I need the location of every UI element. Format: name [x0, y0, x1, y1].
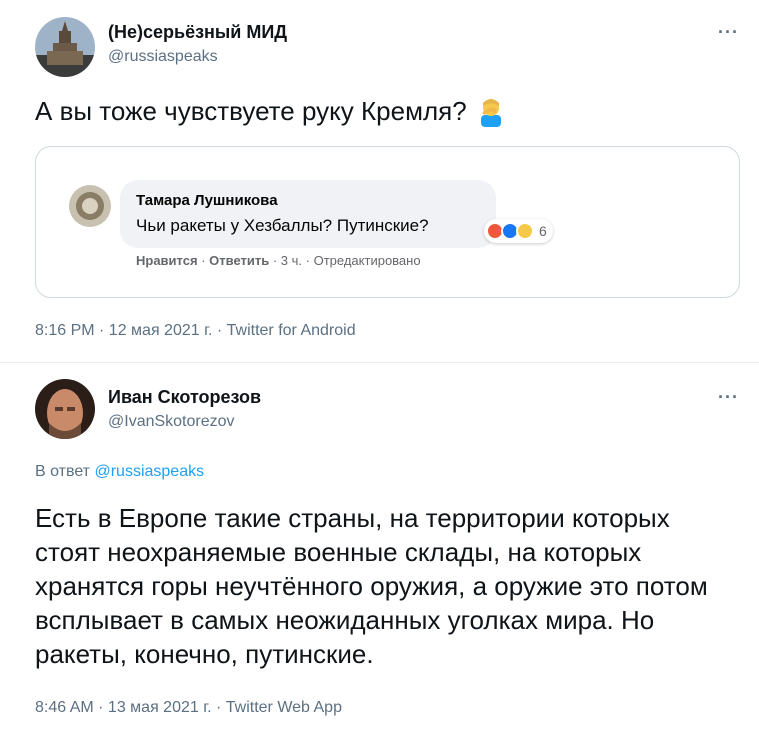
reply-handle-link[interactable]: @russiaspeaks	[94, 463, 204, 480]
tweet-text-content: А вы тоже чувствуете руку Кремля?	[35, 96, 467, 126]
comment-actions: Нравится · Ответить · 3 ч. · Отредактиро…	[136, 253, 421, 268]
commenter-avatar	[69, 185, 111, 227]
reactions-badge: 6	[484, 219, 553, 243]
facepalm-emoji-icon	[477, 97, 505, 127]
like-label: Нравится	[136, 253, 198, 268]
reply-to: В ответ @russiaspeaks	[35, 463, 204, 481]
tweet-2[interactable]: Иван Скоторезов @IvanSkotorezov ··· В от…	[0, 362, 759, 733]
comment-bubble: Тамара Лушникова Чьи ракеты у Хезбаллы? …	[120, 180, 496, 248]
comment-time: 3 ч.	[280, 253, 303, 268]
reaction-count: 6	[539, 223, 547, 239]
author-handle[interactable]: @russiaspeaks	[108, 48, 218, 66]
author-name[interactable]: (Не)серьёзный МИД	[108, 22, 287, 43]
tweet-text: А вы тоже чувствуете руку Кремля?	[35, 96, 505, 127]
tweet-1[interactable]: (Не)серьёзный МИД @russiaspeaks ··· А вы…	[0, 0, 759, 362]
more-options-button[interactable]: ···	[718, 387, 739, 408]
edited-label: Отредактировано	[313, 253, 421, 268]
author-handle[interactable]: @IvanSkotorezov	[108, 413, 235, 431]
reply-prefix: В ответ	[35, 463, 91, 480]
haha-reaction-icon	[516, 222, 534, 240]
commenter-name: Тамара Лушникова	[136, 192, 278, 209]
tweet-meta[interactable]: 8:16 PM · 12 мая 2021 г. · Twitter for A…	[35, 322, 356, 340]
comment-text: Чьи ракеты у Хезбаллы? Путинские?	[136, 216, 429, 235]
reply-label: Ответить	[209, 253, 270, 268]
embedded-screenshot[interactable]: Тамара Лушникова Чьи ракеты у Хезбаллы? …	[35, 146, 740, 298]
avatar-ivan[interactable]	[35, 379, 95, 439]
tweet-meta[interactable]: 8:46 AM · 13 мая 2021 г. · Twitter Web A…	[35, 699, 342, 717]
more-options-button[interactable]: ···	[718, 22, 739, 43]
tweet-text: Есть в Европе такие страны, на территори…	[35, 503, 708, 669]
avatar-mid[interactable]	[35, 17, 95, 77]
author-name[interactable]: Иван Скоторезов	[108, 387, 261, 408]
